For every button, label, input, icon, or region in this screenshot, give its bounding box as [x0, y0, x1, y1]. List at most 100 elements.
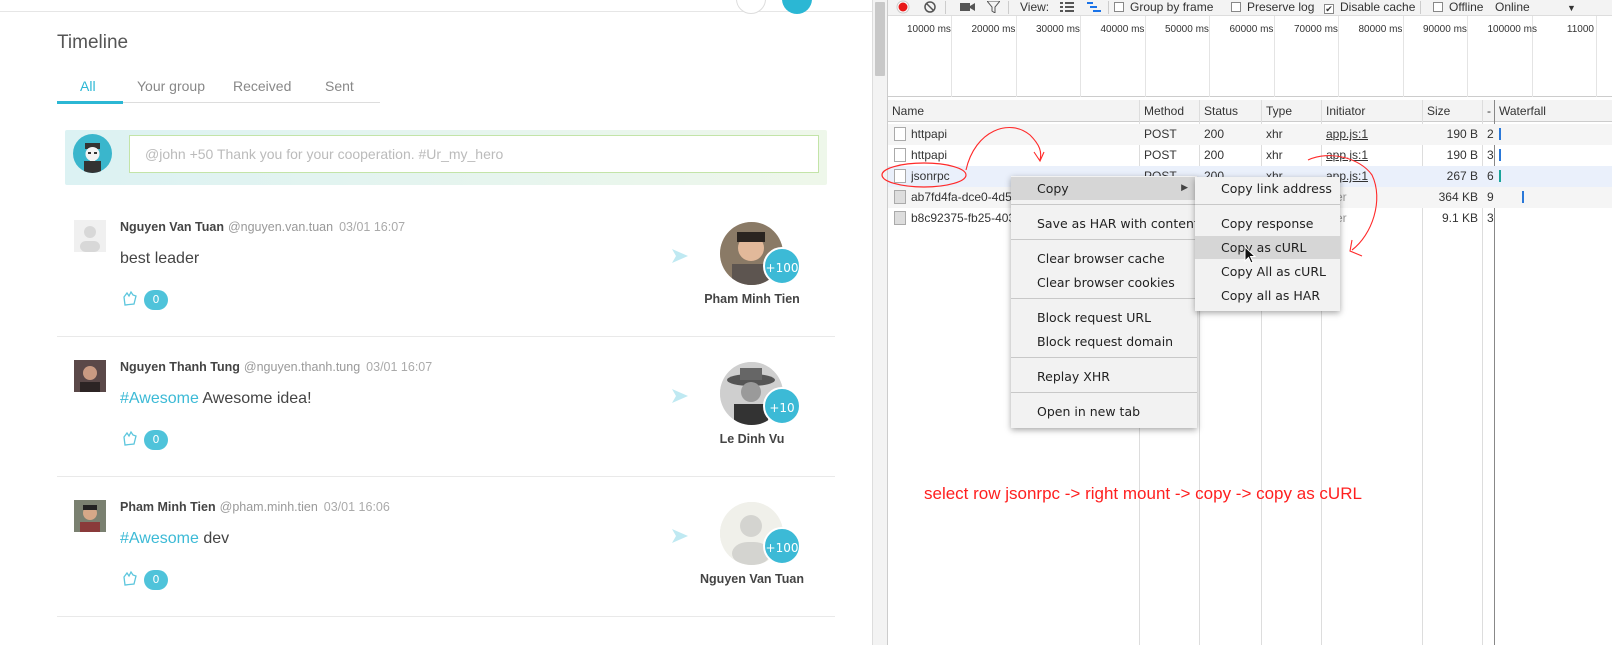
col-method[interactable]: Method — [1144, 104, 1184, 118]
menu-item-clear-cache[interactable]: Clear browser cache — [1011, 247, 1197, 270]
chevron-down-icon: ▼ — [1567, 3, 1576, 13]
annotation-text: select row jsonrpc -> right mount -> cop… — [924, 484, 1362, 503]
menu-item-copy-response[interactable]: Copy response — [1195, 212, 1340, 235]
menu-item-copy-all-as-curl[interactable]: Copy All as cURL — [1195, 260, 1340, 283]
author-avatar[interactable] — [74, 220, 106, 252]
overview-gridline — [1338, 16, 1339, 97]
overview-tick-label: 11000 — [1566, 24, 1594, 35]
page-scrollbar[interactable] — [872, 0, 887, 645]
clap-icon[interactable] — [121, 289, 139, 307]
clap-count: 0 — [144, 430, 168, 450]
offline-checkbox[interactable]: Offline — [1433, 0, 1483, 14]
row-name: ab7fd4fa-dce0-4d5 — [911, 190, 1012, 204]
menu-item-block-domain[interactable]: Block request domain — [1011, 330, 1197, 353]
menu-item-copy[interactable]: Copy ▶ — [1011, 177, 1197, 200]
col-waterfall[interactable]: Waterfall — [1499, 104, 1546, 118]
row-size: 9.1 KB — [1441, 211, 1478, 225]
author-name[interactable]: Nguyen Thanh Tung — [120, 360, 240, 374]
waterfall-view-icon[interactable] — [1087, 1, 1101, 13]
row-initiator-link[interactable]: app.js:1 — [1326, 127, 1368, 141]
post-tag[interactable]: #Awesome — [120, 390, 199, 407]
tab-your-group[interactable]: Your group — [137, 78, 205, 94]
recipient-name[interactable]: Pham Minh Tien — [677, 292, 827, 306]
tab-all[interactable]: All — [80, 78, 96, 94]
preserve-log-checkbox[interactable]: Preserve log — [1231, 0, 1314, 14]
list-view-icon[interactable] — [1060, 1, 1074, 13]
post-tag[interactable]: #Awesome — [120, 530, 199, 547]
row-size: 190 B — [1446, 148, 1478, 162]
post-time: 03/01 16:07 — [366, 360, 433, 374]
xhr-file-icon — [894, 127, 906, 141]
author-name[interactable]: Pham Minh Tien — [120, 500, 216, 514]
timeline-post: Pham Minh Tien @pham.minh.tien 03/01 16:06… — [57, 477, 835, 617]
view-label: View: — [1020, 0, 1050, 14]
col-type[interactable]: Type — [1266, 104, 1292, 118]
group-by-frame-checkbox[interactable]: Group by frame — [1114, 0, 1213, 14]
row-time: 9 — [1487, 190, 1494, 204]
table-row[interactable]: httpapi POST 200 xhr app.js:1 190 B 3 — [888, 145, 1612, 166]
waterfall-bar — [1522, 191, 1524, 203]
author-avatar[interactable] — [74, 360, 106, 392]
post-text: best leader — [120, 250, 200, 267]
camera-icon[interactable] — [960, 1, 976, 13]
author-avatar[interactable] — [74, 500, 106, 532]
row-type: xhr — [1266, 148, 1283, 162]
clap-icon[interactable] — [121, 569, 139, 587]
col-time[interactable]: - — [1487, 104, 1491, 118]
row-status: 200 — [1204, 127, 1225, 141]
menu-item-copy-all-as-har[interactable]: Copy all as HAR — [1195, 284, 1340, 307]
disable-cache-checkbox[interactable]: ✔ Disable cache — [1324, 0, 1415, 14]
devtools-network-panel: View: Group by frame Preserve log ✔ Disab… — [887, 0, 1612, 645]
timeline-app: Timeline All Your group Received Sent Ng… — [0, 0, 872, 645]
menu-item-copy-link-address[interactable]: Copy link address — [1195, 177, 1340, 200]
waterfall-bar — [1499, 149, 1501, 161]
network-overview[interactable]: 10000 ms 20000 ms 30000 ms 40000 ms 50000 ms… — [888, 16, 1612, 97]
menu-item-block-url[interactable]: Block request URL — [1011, 306, 1197, 329]
kudos-input[interactable] — [129, 135, 819, 173]
network-toolbar: View: Group by frame Preserve log ✔ Disab… — [888, 0, 1612, 16]
menu-item-save-har[interactable]: Save as HAR with content — [1011, 212, 1199, 235]
tab-received[interactable]: Received — [233, 78, 291, 94]
post-text: Awesome idea! — [202, 390, 312, 407]
overview-tick-label: 30000 ms — [1036, 24, 1080, 35]
throttling-select[interactable]: Online ▼ — [1495, 0, 1576, 14]
row-name: httpapi — [911, 148, 948, 162]
author-name[interactable]: Nguyen Van Tuan — [120, 220, 224, 234]
scrollbar-thumb[interactable] — [875, 2, 885, 76]
xhr-file-icon — [894, 169, 906, 183]
overview-gridline — [1015, 16, 1017, 97]
menu-item-clear-cookies[interactable]: Clear browser cookies — [1011, 271, 1197, 294]
filter-icon[interactable] — [987, 1, 1000, 13]
col-size[interactable]: Size — [1427, 104, 1450, 118]
clear-icon[interactable] — [923, 0, 937, 14]
record-icon[interactable] — [896, 0, 910, 14]
clap-icon[interactable] — [121, 429, 139, 447]
tab-sent[interactable]: Sent — [325, 78, 354, 94]
col-initiator[interactable]: Initiator — [1326, 104, 1365, 118]
author-handle: @pham.minh.tien — [219, 500, 318, 514]
row-initiator-link[interactable]: app.js:1 — [1326, 148, 1368, 162]
row-size: 267 B — [1446, 169, 1478, 183]
col-name[interactable]: Name — [892, 104, 924, 118]
recipient-name[interactable]: Nguyen Van Tuan — [677, 572, 827, 586]
post-time: 03/01 16:07 — [339, 220, 406, 234]
post-time: 03/01 16:06 — [323, 500, 390, 514]
overview-gridline — [1402, 16, 1404, 97]
col-status[interactable]: Status — [1204, 104, 1238, 118]
menu-item-copy-as-curl[interactable]: Copy as cURL — [1195, 236, 1340, 259]
overview-tick-label: 20000 ms — [971, 24, 1016, 35]
composer-avatar — [73, 134, 112, 173]
row-name: jsonrpc — [911, 169, 950, 183]
image-file-icon — [894, 190, 906, 204]
menu-item-replay-xhr[interactable]: Replay XHR — [1011, 365, 1197, 388]
menu-item-open-new-tab[interactable]: Open in new tab — [1011, 400, 1197, 423]
overview-gridline — [1273, 16, 1275, 97]
table-row[interactable]: httpapi POST 200 xhr app.js:1 190 B 2 — [888, 124, 1612, 145]
post-meta: Pham Minh Tien @pham.minh.tien 03/01 16:06 — [120, 500, 390, 514]
overview-gridline — [1596, 16, 1597, 97]
active-tab-indicator — [57, 101, 123, 104]
row-type: xhr — [1266, 127, 1283, 141]
recipient-name[interactable]: Le Dinh Vu — [677, 432, 827, 446]
overview-tick-label: 60000 ms — [1229, 24, 1274, 35]
overview-tick-label: 70000 ms — [1294, 24, 1338, 35]
